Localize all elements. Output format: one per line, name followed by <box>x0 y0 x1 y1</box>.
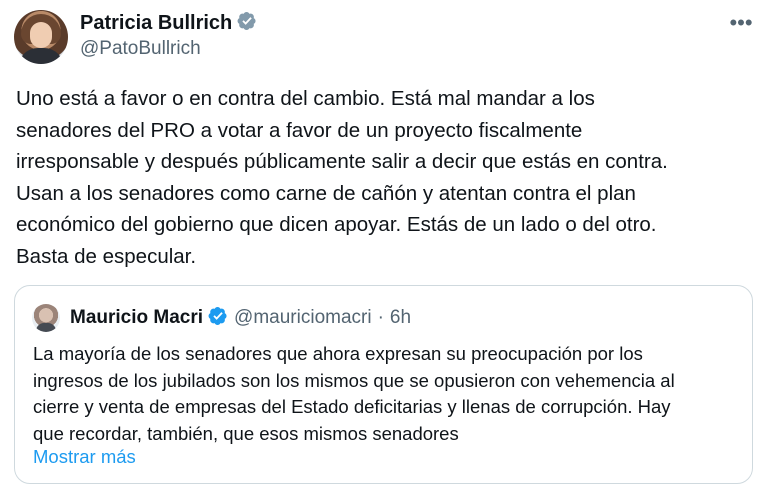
author-name[interactable]: Patricia Bullrich <box>80 12 232 34</box>
quoted-tweet[interactable]: Mauricio Macri @mauriciomacri · 6h La mayo… <box>14 285 753 484</box>
quoted-tweet-header: Mauricio Macri @mauriciomacri · 6h <box>70 306 411 330</box>
more-options-icon: ••• <box>729 10 753 35</box>
author-handle[interactable]: @PatoBullrich <box>80 38 201 60</box>
quoted-timestamp[interactable]: 6h <box>390 307 411 328</box>
show-more-link[interactable]: Mostrar más <box>33 444 136 470</box>
quoted-tweet-text: La mayoría de los senadores que ahora ex… <box>33 343 675 444</box>
author-avatar[interactable] <box>14 10 68 64</box>
more-options-button[interactable]: ••• <box>728 12 754 34</box>
verified-badge-icon <box>237 12 256 30</box>
tweet-card: Patricia Bullrich @PatoBullrich ••• Uno … <box>0 0 770 493</box>
quoted-author-name[interactable]: Mauricio Macri <box>70 307 203 328</box>
quoted-verified-badge-icon <box>208 307 227 325</box>
quoted-author-avatar[interactable] <box>32 304 60 332</box>
quoted-author-handle[interactable]: @mauriciomacri <box>234 307 372 328</box>
author-name-row[interactable]: Patricia Bullrich <box>80 11 257 35</box>
tweet-text: Uno está a favor o en contra del cambio.… <box>16 87 668 268</box>
quoted-separator: · <box>377 307 384 328</box>
